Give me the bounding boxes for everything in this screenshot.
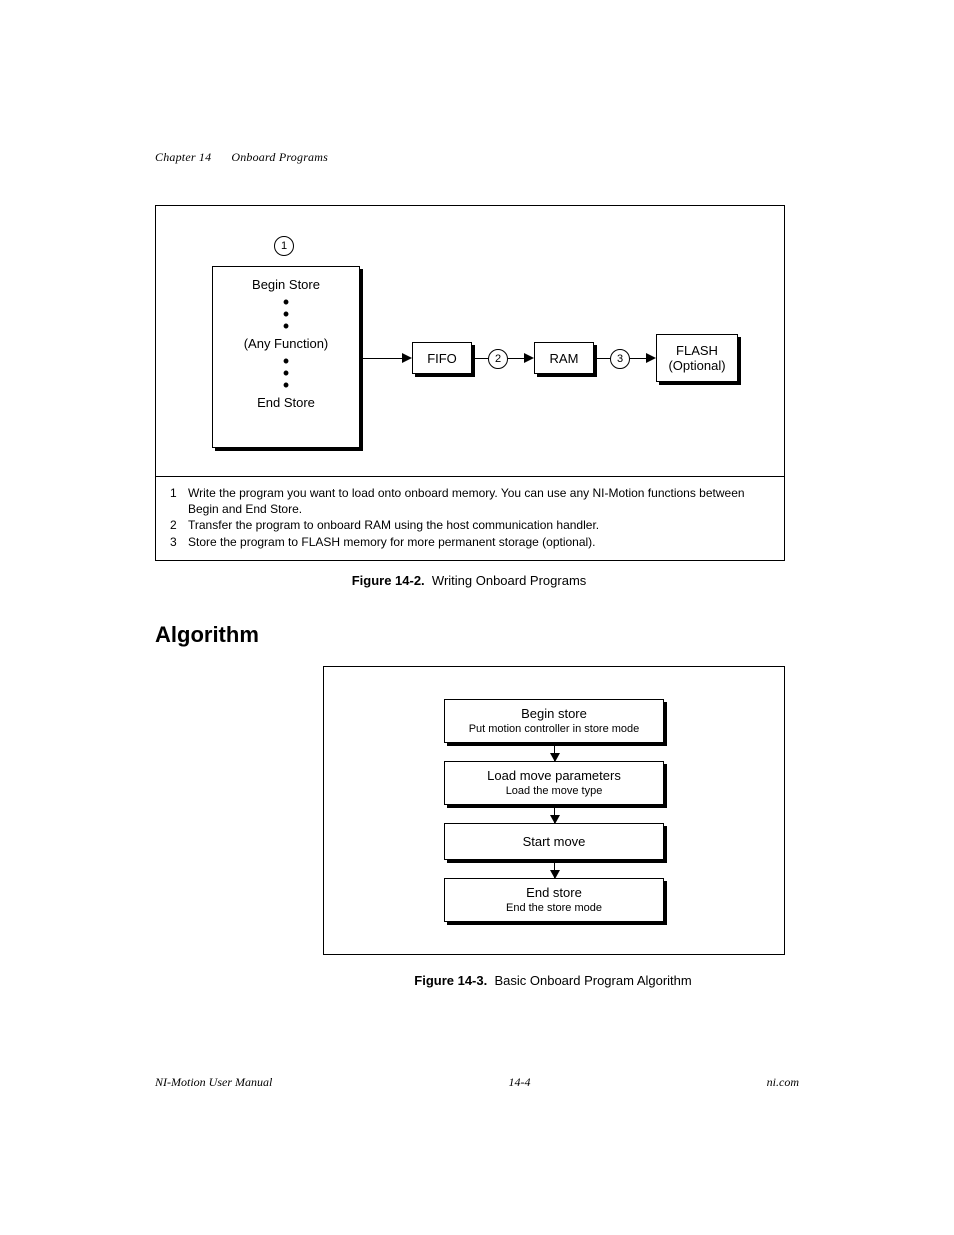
figure-legend: 1 Write the program you want to load ont… <box>156 476 784 560</box>
callout-2: 2 <box>488 349 508 369</box>
box-store-sequence: Begin Store ••• (Any Function) ••• End S… <box>212 266 360 448</box>
legend-num: 2 <box>170 517 188 533</box>
page-footer: NI-Motion User Manual 14-4 ni.com <box>155 1075 799 1090</box>
arrowhead-icon <box>524 353 534 363</box>
figure-14-2: 1 Begin Store ••• (Any Function) ••• End… <box>155 205 785 561</box>
footer-page-number: 14-4 <box>509 1075 531 1090</box>
flow-box-load-params: Load move parameters Load the move type <box>444 761 664 805</box>
flow-subtitle: End the store mode <box>449 902 659 914</box>
flow-subtitle: Load the move type <box>449 785 659 797</box>
ellipsis-dots: ••• <box>283 298 289 330</box>
flow-subtitle: Put motion controller in store mode <box>449 723 659 735</box>
flow-arrow-down-icon <box>554 805 555 823</box>
footer-manual-title: NI-Motion User Manual <box>155 1075 272 1090</box>
box-fifo: FIFO <box>412 342 472 374</box>
running-header: Chapter 14 Onboard Programs <box>155 150 799 165</box>
label-flash: FLASH <box>676 343 718 358</box>
label-end-store: End Store <box>257 395 315 410</box>
flow-arrow-down-icon <box>554 860 555 878</box>
callout-1: 1 <box>274 236 294 256</box>
caption-number: Figure 14-3. <box>414 973 487 988</box>
figure-14-2-caption: Figure 14-2. Writing Onboard Programs <box>155 573 783 588</box>
legend-num: 1 <box>170 485 188 517</box>
figure-14-3: Begin store Put motion controller in sto… <box>323 666 785 955</box>
callout-3: 3 <box>610 349 630 369</box>
box-ram: RAM <box>534 342 594 374</box>
legend-item: 2 Transfer the program to onboard RAM us… <box>170 517 770 533</box>
footer-site: ni.com <box>767 1075 799 1090</box>
caption-text: Basic Onboard Program Algorithm <box>494 973 691 988</box>
label-ram: RAM <box>550 351 579 366</box>
legend-text: Transfer the program to onboard RAM usin… <box>188 517 599 533</box>
flow-title: End store <box>449 885 659 900</box>
flow-title: Begin store <box>449 706 659 721</box>
flow-box-end-store: End store End the store mode <box>444 878 664 922</box>
ellipsis-dots: ••• <box>283 357 289 389</box>
flow-title: Start move <box>449 834 659 849</box>
figure-14-3-caption: Figure 14-3. Basic Onboard Program Algor… <box>323 973 783 988</box>
connector-line <box>474 358 488 359</box>
legend-text: Write the program you want to load onto … <box>188 485 770 517</box>
connector-line <box>596 358 610 359</box>
legend-item: 1 Write the program you want to load ont… <box>170 485 770 517</box>
caption-text: Writing Onboard Programs <box>432 573 586 588</box>
page: Chapter 14 Onboard Programs 1 Begin Store… <box>0 0 954 1235</box>
arrowhead-icon <box>646 353 656 363</box>
figure-14-2-diagram: 1 Begin Store ••• (Any Function) ••• End… <box>156 206 784 476</box>
legend-num: 3 <box>170 534 188 550</box>
legend-item: 3 Store the program to FLASH memory for … <box>170 534 770 550</box>
chapter-title: Onboard Programs <box>231 150 328 164</box>
flow-title: Load move parameters <box>449 768 659 783</box>
connector-line <box>362 358 404 359</box>
box-flash: FLASH (Optional) <box>656 334 738 382</box>
caption-number: Figure 14-2. <box>352 573 425 588</box>
flow-arrow-down-icon <box>554 743 555 761</box>
label-flash-optional: (Optional) <box>668 358 725 373</box>
flow-box-begin-store: Begin store Put motion controller in sto… <box>444 699 664 743</box>
chapter-label: Chapter 14 <box>155 150 211 164</box>
flow-box-start-move: Start move <box>444 823 664 860</box>
section-heading-algorithm: Algorithm <box>155 622 799 648</box>
legend-text: Store the program to FLASH memory for mo… <box>188 534 596 550</box>
arrowhead-icon <box>402 353 412 363</box>
label-begin-store: Begin Store <box>252 277 320 292</box>
label-any-function: (Any Function) <box>244 336 329 351</box>
label-fifo: FIFO <box>427 351 457 366</box>
